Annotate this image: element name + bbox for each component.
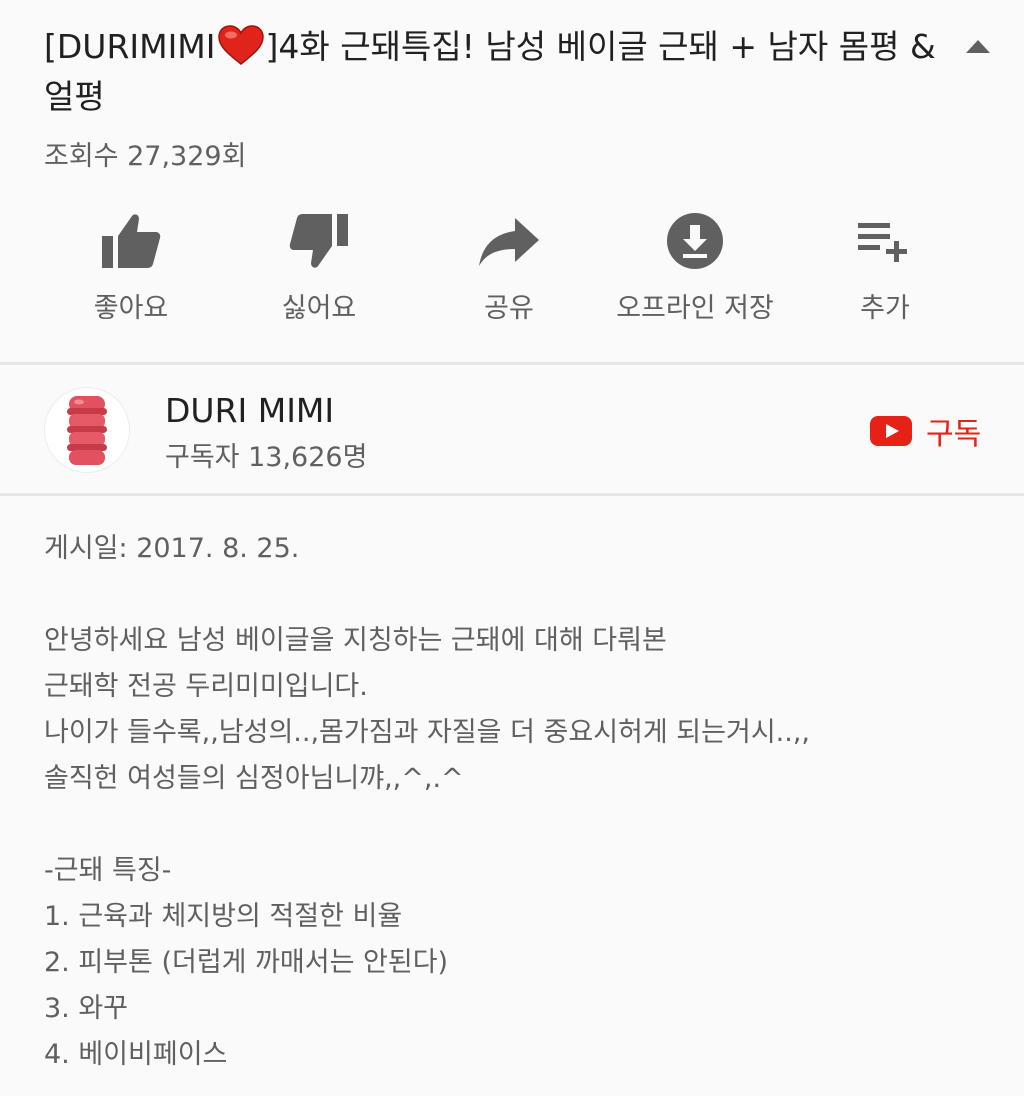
youtube-logo-icon <box>870 416 912 446</box>
channel-name[interactable]: DURI MIMI <box>165 391 334 430</box>
subscribe-button[interactable]: 구독 <box>870 409 981 453</box>
action-bar: 좋아요 싫어요 공유 오프라인 저장 추가 <box>0 206 1024 326</box>
description-line: 솔직헌 여성들의 심정아님니꺄,,^,.^ <box>44 763 464 794</box>
download-icon <box>667 213 723 269</box>
offline-save-label: 오프라인 저장 <box>616 293 774 324</box>
macaron-avatar-icon <box>67 396 107 465</box>
add-label: 추가 <box>860 293 910 324</box>
description-text: 게시일: 2017. 8. 25. 안녕하세요 남성 베이글을 지칭하는 근돼에… <box>44 526 994 1078</box>
video-title: [DURIMIMI]4화 근돼특집! 남성 베이글 근돼 + 남자 몸평 &얼평 <box>44 22 944 122</box>
subscribe-label: 구독 <box>926 417 982 452</box>
heart-emoji-icon <box>217 25 264 65</box>
dislike-label: 싫어요 <box>281 293 357 324</box>
description-section: 게시일: 2017. 8. 25. 안녕하세요 남성 베이글을 지칭하는 근돼에… <box>0 496 1024 1096</box>
share-button[interactable]: 공유 <box>414 206 604 326</box>
share-label: 공유 <box>484 293 534 324</box>
add-to-playlist-icon <box>858 223 907 262</box>
dislike-button[interactable]: 싫어요 <box>224 206 414 326</box>
thumbs-up-icon <box>102 214 161 268</box>
list-item: 1. 근육과 체지방의 적절한 비율 <box>44 901 403 932</box>
list-item: 2. 피부톤 (더럽게 까매서는 안된다) <box>44 947 449 978</box>
share-icon <box>479 218 539 266</box>
description-line: 안녕하세요 남성 베이글을 지칭하는 근돼에 대해 다뤄본 <box>44 625 667 656</box>
list-item: 3. 와꾸 <box>44 993 129 1024</box>
like-label: 좋아요 <box>93 293 169 324</box>
list-item: 4. 베이비페이스 <box>44 1039 228 1070</box>
thumbs-down-icon <box>289 214 348 268</box>
video-header: [DURIMIMI]4화 근돼특집! 남성 베이글 근돼 + 남자 몸평 &얼평… <box>0 0 1024 362</box>
collapse-chevron-icon <box>966 40 990 53</box>
channel-row[interactable]: DURI MIMI 구독자 13,626명 구독 <box>0 365 1024 493</box>
title-prefix: [DURIMIMI <box>44 27 216 66</box>
collapse-button[interactable] <box>958 30 998 62</box>
subscriber-count: 구독자 13,626명 <box>165 442 368 473</box>
description-line: 나이가 들수록,,남성의..,몸가짐과 자질을 더 중요시허게 되는거시..,, <box>44 717 810 748</box>
like-button[interactable]: 좋아요 <box>36 206 226 326</box>
description-line: 근돼학 전공 두리미미입니다. <box>44 671 368 702</box>
channel-avatar[interactable] <box>44 387 130 473</box>
published-date: 게시일: 2017. 8. 25. <box>44 533 300 564</box>
offline-save-button[interactable]: 오프라인 저장 <box>600 206 790 326</box>
add-to-playlist-button[interactable]: 추가 <box>790 206 980 326</box>
list-title: -근돼 특징- <box>44 855 172 886</box>
view-count: 조회수 27,329회 <box>44 141 247 172</box>
